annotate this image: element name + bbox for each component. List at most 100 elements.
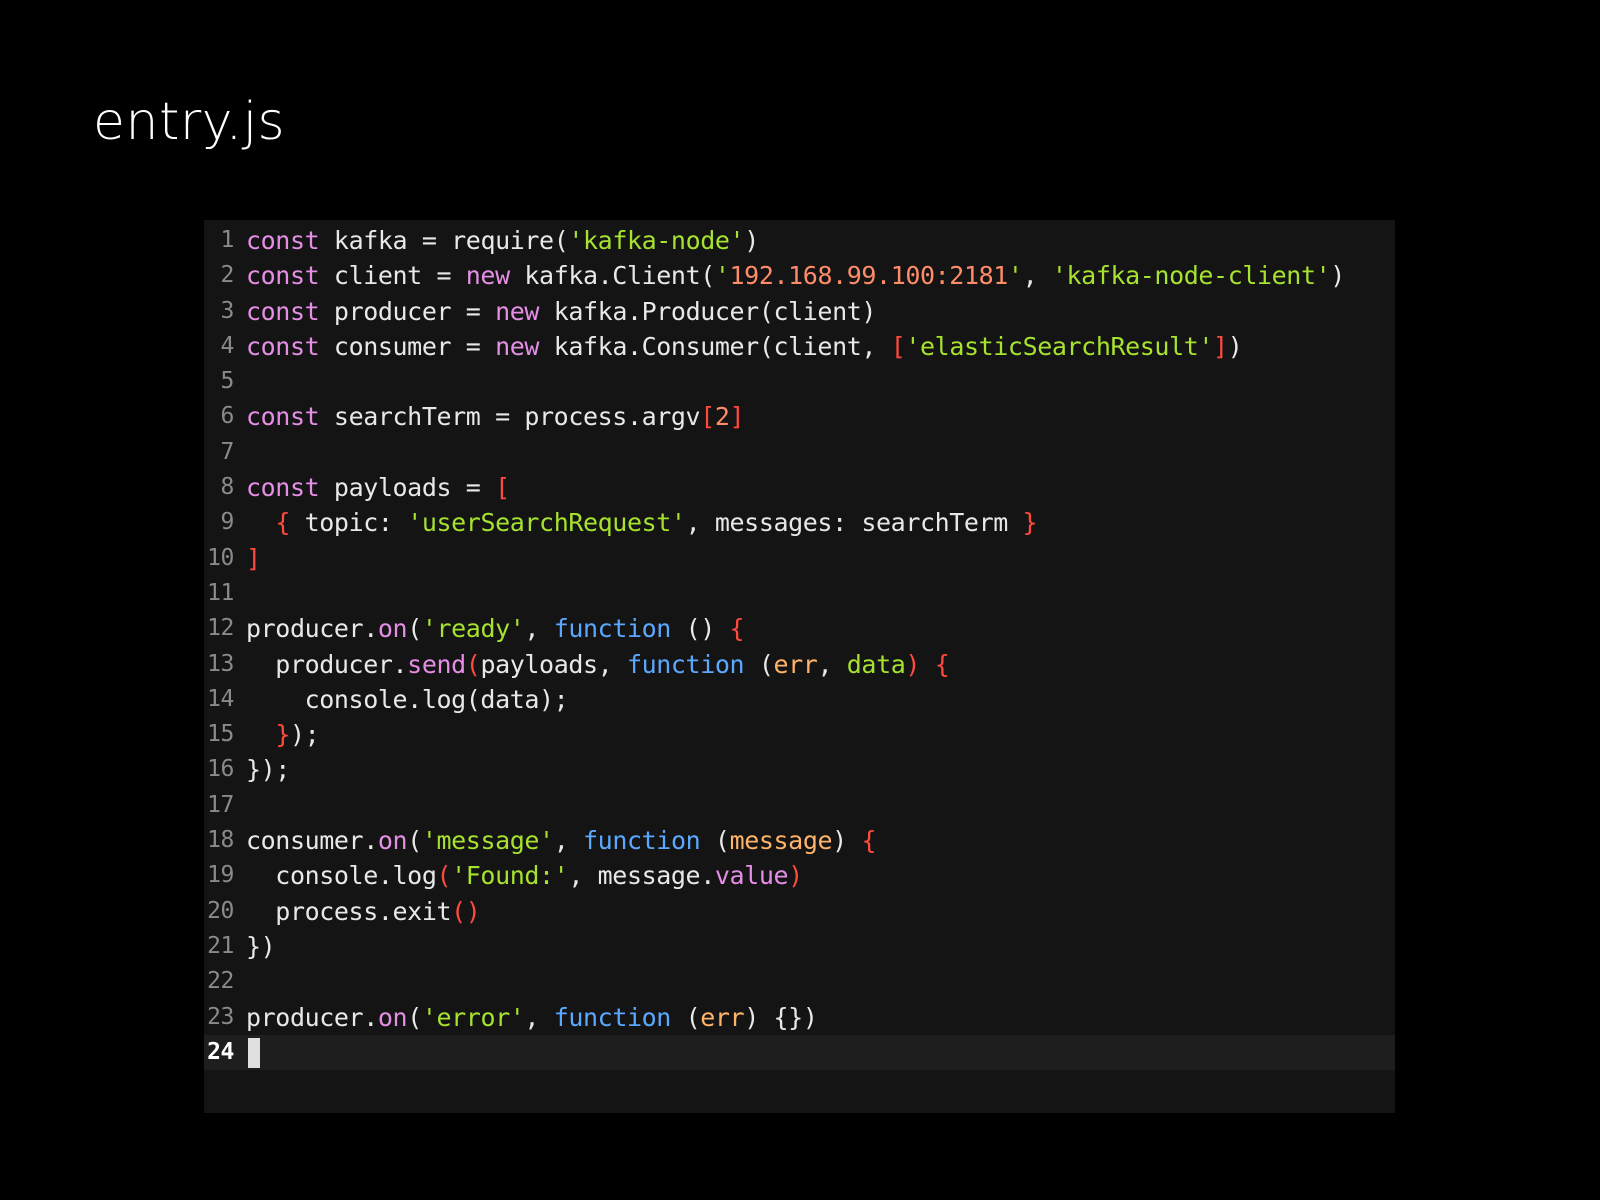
code-token: () — [670, 614, 730, 644]
code-line[interactable]: 7 — [204, 435, 1395, 470]
code-text: const searchTerm = process.argv[2] — [246, 399, 745, 434]
code-token: ) — [905, 649, 935, 679]
code-line[interactable]: 15 }); — [204, 717, 1395, 752]
code-token: ) — [832, 826, 862, 856]
code-line[interactable]: 22 — [204, 964, 1395, 999]
text-cursor — [248, 1037, 260, 1068]
code-text: const producer = new kafka.Producer(clie… — [246, 294, 876, 329]
code-line[interactable]: 6 const searchTerm = process.argv[2] — [204, 399, 1395, 434]
code-token: new — [495, 331, 540, 361]
code-line[interactable]: 4 const consumer = new kafka.Consumer(cli… — [204, 329, 1395, 364]
code-line[interactable]: 8 const payloads = [ — [204, 470, 1395, 505]
code-line[interactable]: 19 console.log('Found:', message.value) — [204, 858, 1395, 893]
code-line[interactable]: 13 producer.send(payloads, function (err… — [204, 647, 1395, 682]
code-line[interactable]: 1 const kafka = require('kafka-node') — [204, 223, 1395, 258]
code-token: } — [275, 720, 290, 750]
code-token: err — [773, 649, 818, 679]
code-token: function — [553, 614, 672, 644]
code-token: producer = — [319, 296, 496, 326]
code-token: 'kafka-node-client' — [1051, 261, 1331, 291]
code-token: topic: — [289, 508, 408, 538]
line-number: 16 — [207, 756, 234, 783]
code-token: 192.168.99.100:2181 — [729, 261, 1009, 291]
line-number: 13 — [207, 650, 234, 677]
line-number: 23 — [207, 1003, 234, 1030]
code-token: [ — [890, 331, 906, 361]
code-text: console.log(data); — [246, 682, 569, 717]
code-editor[interactable]: 1 const kafka = require('kafka-node') 2 con… — [204, 220, 1395, 1113]
line-number: 7 — [220, 438, 235, 465]
code-token: function — [553, 1002, 672, 1032]
code-token: function — [626, 649, 745, 679]
code-token: ] — [729, 402, 745, 432]
code-line[interactable]: 5 — [204, 364, 1395, 399]
code-token: { — [934, 649, 950, 679]
code-token: { — [861, 826, 877, 856]
code-token: 'elasticSearchResult' — [905, 331, 1214, 361]
code-token: ( — [744, 649, 774, 679]
code-line[interactable]: 21}) — [204, 929, 1395, 964]
code-text: producer.on('error', function (err) {}) — [246, 1000, 818, 1035]
code-token: } — [1022, 508, 1038, 538]
code-token: ( — [436, 861, 452, 891]
code-area[interactable]: 1 const kafka = require('kafka-node') 2 con… — [204, 223, 1395, 1071]
code-line[interactable]: 16}); — [204, 752, 1395, 787]
code-line[interactable]: 24 — [204, 1034, 1395, 1071]
code-line[interactable]: 2 const client = new kafka.Client('192.16… — [204, 258, 1395, 293]
code-line[interactable]: 14 console.log(data); — [204, 682, 1395, 717]
code-line[interactable]: 9 { topic: 'userSearchRequest', messages… — [204, 505, 1395, 540]
code-text: }); — [246, 717, 319, 752]
line-number: 4 — [220, 332, 235, 359]
code-line[interactable]: 20 process.exit() — [204, 894, 1395, 929]
code-text: const kafka = require('kafka-node') — [246, 223, 759, 258]
code-token: , — [524, 1002, 554, 1032]
code-line[interactable]: 3 const producer = new kafka.Producer(cli… — [204, 294, 1395, 329]
code-line[interactable]: 11 — [204, 576, 1395, 611]
line-number: 14 — [207, 685, 234, 712]
code-token: client = — [319, 261, 466, 291]
code-text: ] — [246, 541, 261, 576]
code-token: ( — [700, 826, 730, 856]
code-token: ); — [289, 720, 320, 750]
code-text: }) — [246, 929, 276, 964]
code-token: process.exit — [246, 896, 452, 926]
code-token: , — [817, 649, 847, 679]
line-number: 22 — [207, 968, 234, 995]
code-token: , — [1022, 261, 1052, 291]
code-token: consumer = — [319, 331, 496, 361]
code-token: value — [714, 861, 789, 891]
code-text: const consumer = new kafka.Consumer(clie… — [246, 329, 1243, 364]
code-token: producer. — [246, 649, 408, 679]
code-line[interactable]: 17 — [204, 788, 1395, 823]
slide-title: entry.js — [93, 92, 286, 152]
code-token: on — [377, 614, 408, 644]
code-token: kafka = — [319, 226, 452, 255]
code-token: producer. — [246, 614, 378, 644]
code-line[interactable]: 18 consumer.on('message', function (messa… — [204, 823, 1395, 858]
code-token: 'Found:' — [451, 861, 569, 891]
code-token: kafka.Consumer(client, — [539, 331, 891, 361]
line-number: 15 — [207, 721, 234, 748]
line-number: 8 — [220, 474, 235, 501]
code-token: , messages: searchTerm — [685, 508, 1023, 538]
code-token: , message. — [568, 861, 715, 891]
code-text: const client = new kafka.Client('192.168… — [246, 258, 1345, 293]
line-number: 10 — [207, 544, 234, 571]
code-token: ( — [407, 614, 422, 644]
line-number: 19 — [207, 862, 234, 889]
code-token: ' — [1007, 261, 1023, 291]
code-token: , — [553, 826, 584, 856]
line-number: 20 — [207, 897, 234, 924]
code-text: }); — [246, 752, 290, 787]
code-line[interactable]: 10] — [204, 541, 1395, 576]
line-number: 11 — [207, 579, 234, 606]
code-line[interactable]: 12 producer.on('ready', function () { — [204, 611, 1395, 646]
line-number: 17 — [207, 791, 234, 818]
line-number: 6 — [220, 403, 235, 430]
line-number: 24 — [207, 1038, 234, 1065]
code-token: 'kafka-node' — [568, 226, 745, 255]
code-line[interactable]: 23 producer.on('error', function (err) {}… — [204, 1000, 1395, 1035]
code-token: send — [407, 649, 466, 679]
code-token: 'error' — [421, 1002, 525, 1032]
